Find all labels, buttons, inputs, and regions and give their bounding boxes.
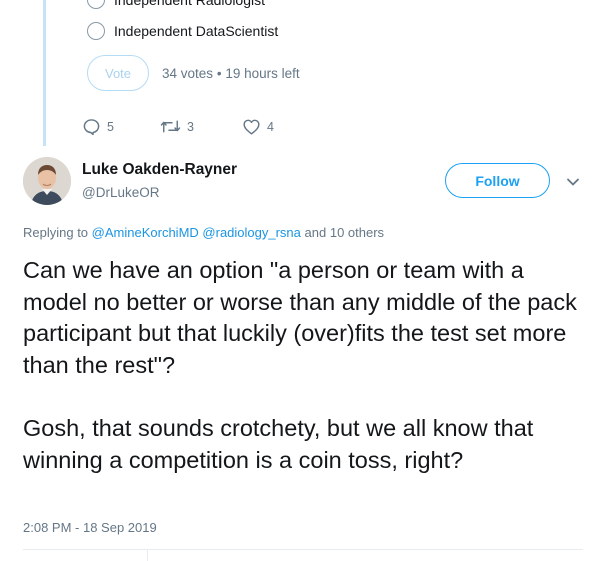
replying-suffix[interactable]: and 10 others	[305, 225, 385, 240]
like-icon[interactable]	[242, 118, 261, 135]
vote-button[interactable]: Vote	[87, 55, 149, 91]
poll-option-label: Independent DataScientist	[114, 23, 279, 39]
poll-separator: •	[216, 65, 222, 81]
divider-tick	[147, 549, 148, 561]
tweet-paragraph: Gosh, that sounds crotchety, but we all …	[23, 415, 534, 473]
reply-action[interactable]: 5	[82, 118, 160, 135]
mention-link[interactable]: @AmineKorchiMD	[92, 225, 199, 240]
poll-time-left: 19 hours left	[225, 65, 300, 81]
mention-link[interactable]: @radiology_rsna	[202, 225, 300, 240]
tweet-paragraph: Can we have an option "a person or team …	[23, 257, 577, 378]
replying-to-line: Replying to @AmineKorchiMD @radiology_rs…	[23, 225, 384, 240]
poll-option-label: Independent Radiologist	[114, 0, 266, 8]
like-action[interactable]: 4	[242, 118, 274, 135]
retweet-count: 3	[187, 119, 194, 134]
reply-icon[interactable]	[82, 118, 101, 135]
parent-tweet-actions: 5 3 4	[82, 118, 274, 135]
follow-button[interactable]: Follow	[445, 163, 550, 198]
reply-count: 5	[107, 119, 114, 134]
thread-connector-line	[43, 0, 46, 146]
poll-vote-count: 34 votes	[162, 65, 214, 81]
divider	[23, 549, 583, 550]
chevron-down-icon[interactable]	[566, 175, 580, 189]
poll-vote-row: Vote 34 votes • 19 hours left	[87, 55, 300, 91]
retweet-action[interactable]: 3	[160, 119, 242, 134]
author-name[interactable]: Luke Oakden-Rayner	[82, 161, 237, 179]
radio-icon[interactable]	[87, 0, 105, 9]
like-count: 4	[267, 119, 274, 134]
replying-prefix: Replying to	[23, 225, 89, 240]
poll-meta: 34 votes • 19 hours left	[162, 66, 300, 81]
poll-option-independent-datascientist[interactable]: Independent DataScientist	[87, 22, 278, 40]
avatar[interactable]	[23, 157, 71, 205]
tweet-timestamp[interactable]: 2:08 PM - 18 Sep 2019	[23, 520, 157, 535]
poll-option-partial[interactable]: Independent Radiologist	[87, 0, 265, 9]
tweet-thread-page: Independent Radiologist Independent Data…	[0, 0, 593, 561]
author-handle[interactable]: @DrLukeOR	[82, 185, 159, 200]
tweet-text: Can we have an option "a person or team …	[23, 255, 583, 476]
avatar-portrait-icon	[23, 157, 71, 205]
radio-icon[interactable]	[87, 22, 105, 40]
retweet-icon[interactable]	[160, 119, 181, 134]
